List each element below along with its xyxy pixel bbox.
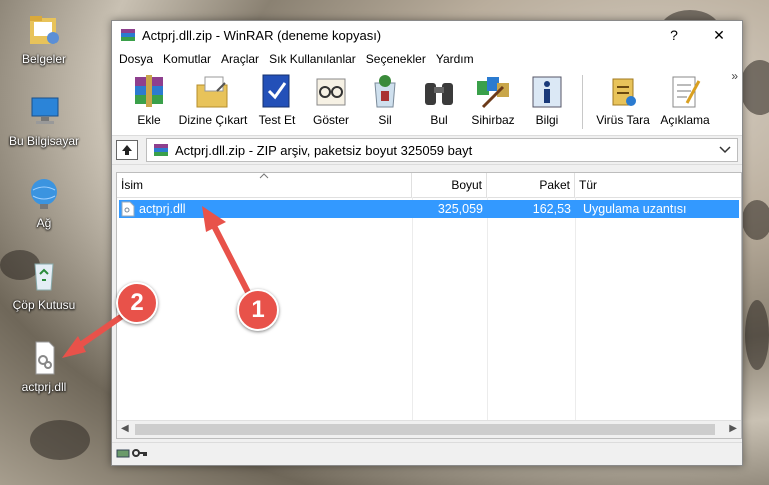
annotation-arrows [62,206,255,358]
annotation-badge-1: 1 [237,289,279,331]
annotation-badge-2: 2 [116,282,158,324]
arrow-1 [202,206,255,303]
arrow-2 [62,309,131,358]
